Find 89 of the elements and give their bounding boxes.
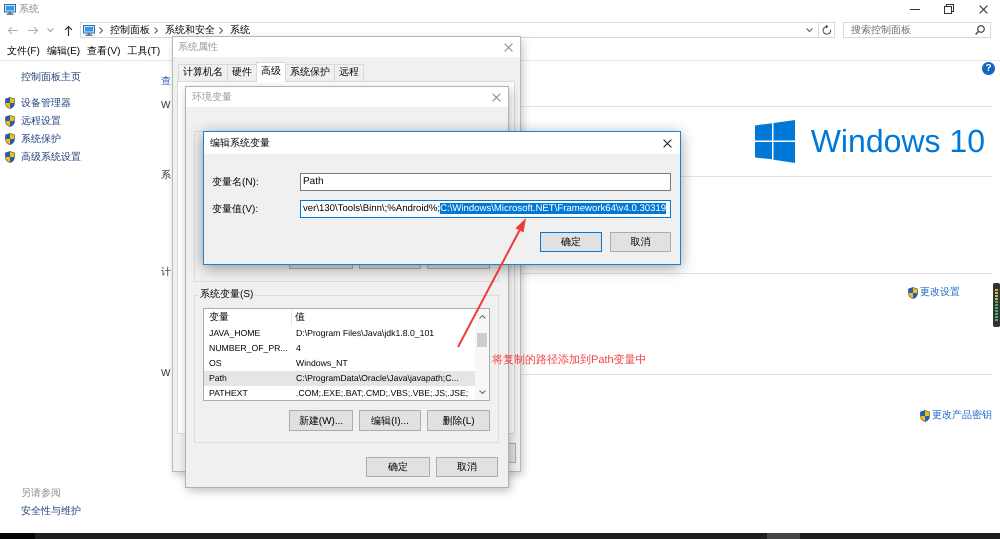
- dialog-button[interactable]: 编辑(I)...: [359, 410, 421, 431]
- breadcrumb[interactable]: 控制面板: [110, 23, 150, 37]
- field-label: 变量值(V):: [212, 202, 258, 216]
- page-heading: 查: [161, 76, 171, 88]
- sidebar-link[interactable]: 系统保护: [21, 132, 61, 146]
- chevron-icon[interactable]: [219, 26, 223, 34]
- tab[interactable]: 高级: [256, 62, 286, 82]
- minimize-icon[interactable]: [910, 8, 920, 10]
- section-heading: 计: [161, 267, 171, 279]
- table-row[interactable]: NUMBER_OF_PR... 4: [204, 341, 475, 356]
- level-meter-icon: [993, 283, 1000, 327]
- table-row[interactable]: PATHEXT .COM;.EXE;.BAT;.CMD;.VBS;.VBE;.JS;.JSE;: [204, 386, 475, 401]
- computer-icon: [4, 4, 16, 14]
- scrollbar-thumb[interactable]: [477, 333, 487, 347]
- section-heading: W: [161, 368, 170, 380]
- group-label: 系统变量(S): [199, 289, 254, 301]
- menu-item[interactable]: 查看(V): [87, 44, 120, 58]
- table-cell-text: OS: [208, 357, 223, 370]
- table-row[interactable]: Path C:\ProgramData\Oracle\Java\javapath;C...: [204, 371, 475, 386]
- settings-link[interactable]: 更改产品密钥: [932, 410, 992, 422]
- table-row[interactable]: JAVA_HOME D:\Program Files\Java\jdk1.8.0_101: [204, 326, 475, 341]
- shield-icon: [5, 151, 15, 163]
- sidebar-link[interactable]: 远程设置: [21, 114, 61, 128]
- sidebar-link[interactable]: 高级系统设置: [21, 150, 81, 164]
- sidebar-link[interactable]: 安全性与维护: [21, 503, 81, 521]
- text-selection: C:\Windows\Microsoft.NET\Framework64\v4.0.30319: [440, 203, 666, 214]
- annotation-text: 将复制的路径添加到Path变量中: [492, 353, 647, 367]
- shield-icon: [5, 97, 15, 109]
- variable-list[interactable]: 变量 值 JAVA_HOME D:\Program Files\Java\jdk1.8.0_101 NUMBER_OF_PR... 4 OS Windows_NT Path C:\ProgramData\Oracle\Java\javapath;C... PATHEXT .COM;.EXE;.BAT;.CMD;.VBS;.VBE;.JS;.JSE;: [203, 308, 490, 401]
- search-field[interactable]: 搜索控制面板: [843, 22, 991, 38]
- dialog-button[interactable]: 取消: [436, 457, 498, 477]
- input-field[interactable]: ver\130\Tools\Binn\;%Android%;C:\Windows\Microsoft.NET\Framework64\v4.0.30319: [300, 200, 671, 218]
- close-icon[interactable]: [663, 138, 672, 148]
- logo-text: Windows 10: [810, 122, 985, 161]
- table-cell-text: Path: [208, 372, 228, 385]
- menu-item[interactable]: 工具(T): [127, 44, 160, 58]
- menu-item[interactable]: 编辑(E): [46, 44, 80, 58]
- table-cell-text: 4: [295, 342, 301, 355]
- restore-icon[interactable]: [944, 4, 954, 14]
- table-cell-text: .COM;.EXE;.BAT;.CMD;.VBS;.VBE;.JS;.JSE;: [295, 387, 468, 400]
- section-heading: 系: [161, 170, 171, 182]
- field-label: 变量名(N):: [212, 176, 259, 189]
- caret-up-icon[interactable]: [478, 315, 486, 319]
- table-row[interactable]: OS Windows_NT: [204, 356, 475, 371]
- tab[interactable]: 远程: [334, 64, 364, 81]
- table-cell-text: C:\ProgramData\Oracle\Java\javapath;C...: [295, 372, 459, 385]
- refresh-icon[interactable]: [822, 25, 832, 35]
- computer-icon[interactable]: [83, 24, 95, 36]
- tab[interactable]: 计算机名: [178, 64, 228, 81]
- help-button[interactable]: ?: [982, 62, 995, 75]
- dialog-button[interactable]: 确定: [366, 457, 430, 477]
- shield-icon: [908, 287, 918, 299]
- table-cell-text: NUMBER_OF_PR...: [208, 342, 289, 355]
- dialog-button[interactable]: 新建(W)...: [289, 410, 353, 431]
- sidebar-heading: 另请参阅: [21, 486, 61, 501]
- section-heading: W: [161, 100, 170, 112]
- input-field[interactable]: Path: [300, 173, 671, 191]
- settings-link[interactable]: 更改设置: [920, 287, 960, 299]
- table-cell-text: Windows_NT: [295, 357, 348, 370]
- caret-down-icon[interactable]: [806, 28, 813, 32]
- sidebar-link[interactable]: 控制面板主页: [0, 72, 81, 84]
- window-title: 系统: [19, 2, 39, 16]
- column-header[interactable]: 值: [292, 309, 305, 326]
- dialog-title: 编辑系统变量: [210, 136, 271, 150]
- table-cell-text: JAVA_HOME: [208, 327, 262, 340]
- menu-item[interactable]: 文件(F): [7, 44, 40, 58]
- shield-icon: [5, 133, 15, 145]
- shield-icon: [5, 115, 15, 127]
- sidebar-link[interactable]: 设备管理器: [21, 96, 71, 110]
- dialog-button[interactable]: 确定: [540, 232, 602, 252]
- caret-down-icon[interactable]: [478, 390, 486, 394]
- up-arrow-icon[interactable]: [64, 24, 73, 36]
- close-icon[interactable]: [978, 4, 988, 14]
- shield-icon: [920, 410, 930, 422]
- table-cell-text: D:\Program Files\Java\jdk1.8.0_101: [295, 327, 434, 340]
- dialog-button[interactable]: 删除(L): [427, 410, 490, 431]
- chevron-icon[interactable]: [99, 26, 103, 34]
- scrollbar[interactable]: [475, 309, 489, 400]
- chevron-icon[interactable]: [154, 26, 158, 34]
- dialog-title: 系统属性: [178, 40, 219, 54]
- column-header[interactable]: 变量: [204, 309, 292, 326]
- dialog-title: 环境变量: [192, 90, 233, 104]
- search-icon[interactable]: [975, 25, 985, 35]
- logo-icon: [754, 120, 795, 163]
- table-cell-text: PATHEXT: [208, 387, 249, 400]
- breadcrumb[interactable]: 系统: [230, 23, 250, 37]
- dialog-button[interactable]: 取消: [610, 232, 671, 252]
- start-button[interactable]: [0, 533, 35, 539]
- breadcrumb[interactable]: 系统和安全: [165, 23, 215, 37]
